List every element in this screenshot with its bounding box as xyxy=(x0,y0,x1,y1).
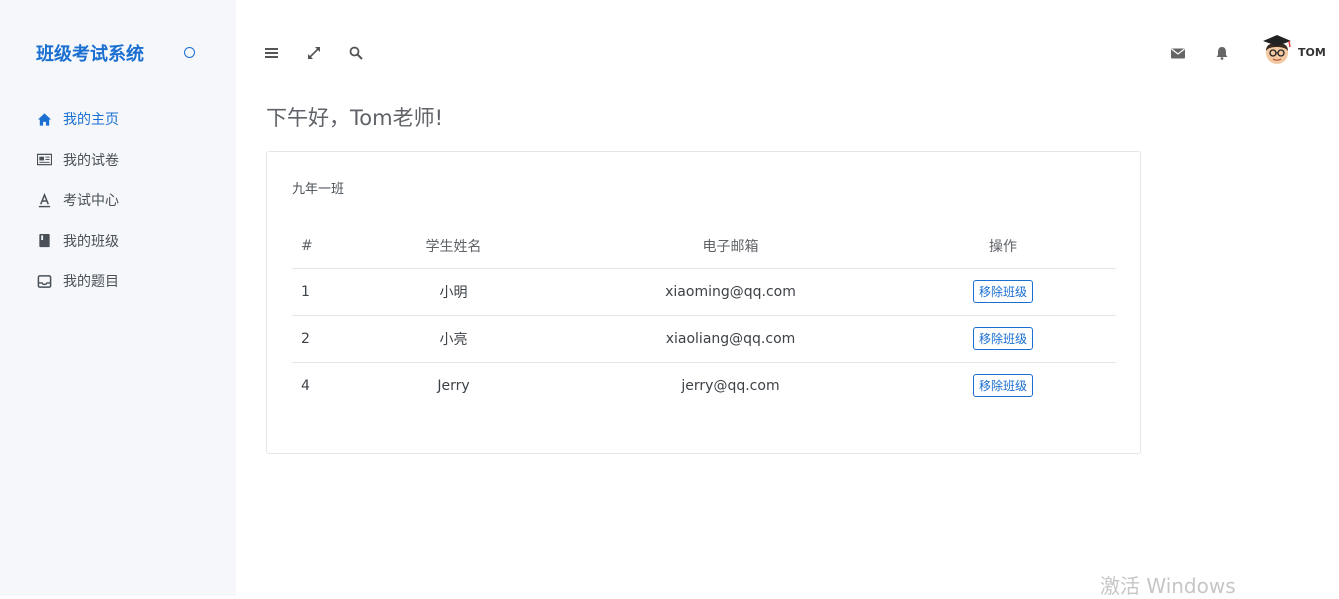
column-header-action: 操作 xyxy=(890,224,1116,269)
action-cell: 移除班级 xyxy=(890,362,1116,409)
circle-icon[interactable] xyxy=(184,47,195,58)
bell-icon[interactable] xyxy=(1215,45,1231,61)
student-number: 4 xyxy=(301,377,310,394)
sidebar-item-questions[interactable]: 我的题目 xyxy=(36,261,119,302)
sidebar-item-label: 考试中心 xyxy=(63,193,119,210)
sidebar-item-papers[interactable]: 我的试卷 xyxy=(36,140,119,181)
table-header-row: # 学生姓名 电子邮箱 操作 xyxy=(292,224,1116,269)
remove-from-class-button[interactable]: 移除班级 xyxy=(972,280,1033,303)
book-icon xyxy=(36,233,52,249)
student-email: xiaoliang@qq.com xyxy=(571,315,890,363)
inbox-icon xyxy=(36,273,52,289)
sidebar-item-my-class[interactable]: 我的班级 xyxy=(36,221,119,262)
sidebar-item-label: 我的主页 xyxy=(63,112,119,129)
avatar[interactable] xyxy=(1260,33,1294,67)
student-table: # 学生姓名 电子邮箱 操作 1 小明 xiaoming@qq.com 移除班级… xyxy=(292,224,1116,409)
expand-icon[interactable] xyxy=(307,45,323,61)
student-name: 小亮 xyxy=(336,315,571,363)
sidebar-item-home[interactable]: 我的主页 xyxy=(36,99,119,140)
class-title: 九年一班 xyxy=(292,182,345,197)
student-name: 小明 xyxy=(336,268,571,316)
class-card: 九年一班 # 学生姓名 电子邮箱 操作 1 小明 xiaoming@qq.com… xyxy=(266,151,1141,454)
action-cell: 移除班级 xyxy=(890,315,1116,363)
table-row: 2 小亮 xiaoliang@qq.com 移除班级 xyxy=(292,315,1116,363)
sidebar: 班级考试系统 我的主页 我的试卷 考试中心 我的班级 我的题目 xyxy=(0,0,236,596)
mail-icon[interactable] xyxy=(1171,45,1187,61)
column-header-number: # xyxy=(292,224,336,269)
newspaper-icon xyxy=(36,152,52,168)
student-email: xiaoming@qq.com xyxy=(571,268,890,316)
column-header-email: 电子邮箱 xyxy=(571,224,890,269)
table-row: 1 小明 xiaoming@qq.com 移除班级 xyxy=(292,268,1116,316)
action-cell: 移除班级 xyxy=(890,268,1116,316)
student-name: Jerry xyxy=(437,377,470,394)
student-email: jerry@qq.com xyxy=(681,377,780,394)
sidebar-item-label: 我的试卷 xyxy=(63,152,119,169)
student-number: 2 xyxy=(292,315,336,363)
home-icon xyxy=(36,111,52,127)
column-header-name: 学生姓名 xyxy=(336,224,571,269)
font-icon xyxy=(36,192,52,208)
sidebar-item-label: 我的班级 xyxy=(63,233,119,250)
username[interactable]: TOM xyxy=(1298,46,1326,59)
remove-from-class-button[interactable]: 移除班级 xyxy=(972,374,1033,398)
greeting-title: 下午好，Tom老师! xyxy=(266,106,443,130)
table-row: 4 Jerry jerry@qq.com 移除班级 xyxy=(292,362,1116,409)
sidebar-item-exam-center[interactable]: 考试中心 xyxy=(36,180,119,221)
sidebar-item-label: 我的题目 xyxy=(63,274,119,291)
student-number: 1 xyxy=(292,268,336,316)
sidebar-nav: 我的主页 我的试卷 考试中心 我的班级 我的题目 xyxy=(36,99,119,302)
search-icon[interactable] xyxy=(349,45,365,61)
menu-icon[interactable] xyxy=(265,45,281,61)
windows-activation-watermark: 激活 Windows xyxy=(1100,574,1236,598)
remove-from-class-button[interactable]: 移除班级 xyxy=(972,327,1033,350)
brand-title[interactable]: 班级考试系统 xyxy=(36,40,144,66)
